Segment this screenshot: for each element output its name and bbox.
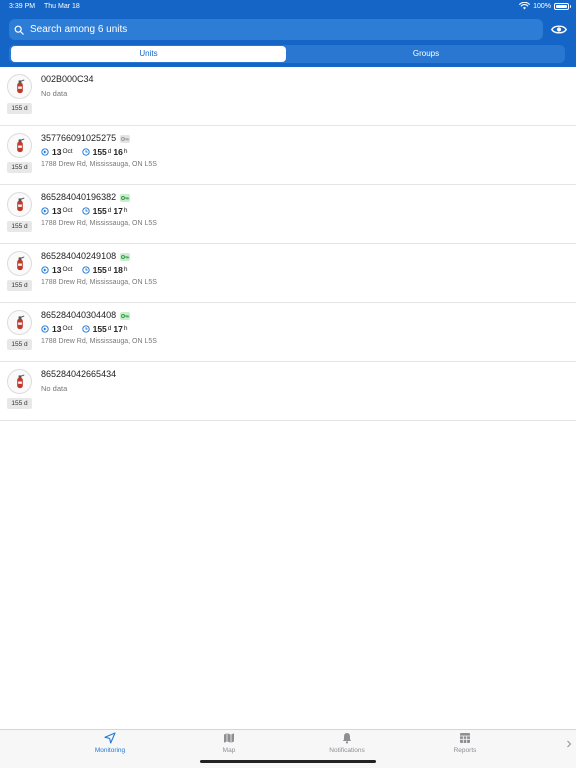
unit-row[interactable]: 155 d 865284040304408 13 Oct 155 d 17 h 178…: [0, 303, 576, 362]
fire-extinguisher-icon: [7, 310, 32, 335]
ignition-key-icon: [120, 252, 131, 261]
unit-name: 865284040304408: [41, 310, 131, 320]
fire-extinguisher-icon: [7, 133, 32, 158]
unit-status: No data: [41, 384, 68, 393]
segment-groups[interactable]: Groups: [289, 46, 563, 62]
unit-address: 1788 Drew Rd, Mississauga, ON L5S: [41, 161, 157, 168]
unit-row[interactable]: 155 d 357766091025275 13 Oct 155 d 16 h 178…: [0, 126, 576, 185]
ignition-key-icon: [120, 193, 131, 202]
age-badge: 155 d: [7, 280, 32, 291]
clock-icon: [81, 265, 90, 274]
battery-icon: [554, 2, 571, 10]
tab-notifications[interactable]: Notifications: [307, 732, 387, 758]
unit-address: 1788 Drew Rd, Mississauga, ON L5S: [41, 279, 157, 286]
trip-month: Oct: [62, 325, 73, 332]
duration-days: 155: [92, 264, 107, 275]
tab-map[interactable]: Map: [189, 732, 269, 758]
trip-month: Oct: [62, 266, 73, 273]
unit-row[interactable]: 155 d 865284040249108 13 Oct 155 d 18 h 178…: [0, 244, 576, 303]
trip-day: 13: [52, 264, 62, 275]
clock-icon: [81, 206, 90, 215]
unit-row[interactable]: 155 d 865284040196382 13 Oct 155 d 17 h 178…: [0, 185, 576, 244]
status-time: 3:39 PM: [9, 3, 36, 10]
visibility-toggle-button[interactable]: [550, 22, 568, 36]
location-target-icon: [41, 265, 49, 274]
tab-reports[interactable]: Reports: [425, 732, 505, 758]
age-badge: 155 d: [7, 162, 32, 173]
fire-extinguisher-icon: [7, 192, 32, 217]
navigation-arrow-icon: [104, 732, 116, 744]
battery-percent: 100%: [533, 2, 551, 10]
unit-name: 357766091025275: [41, 133, 131, 143]
ignition-key-icon: [120, 134, 131, 143]
trip-metrics: 13 Oct 155 d 17 h: [41, 323, 128, 334]
duration-days: 155: [92, 205, 107, 216]
fire-extinguisher-icon: [7, 251, 32, 276]
unit-name: 865284042665434: [41, 369, 117, 379]
trip-month: Oct: [62, 207, 73, 214]
age-badge: 155 d: [7, 339, 32, 350]
location-target-icon: [41, 206, 49, 215]
status-indicators: 100%: [519, 2, 571, 10]
duration-days: 155: [92, 146, 107, 157]
status-bar: 3:39 PM Thu Mar 18 100%: [0, 0, 576, 14]
unit-address: 1788 Drew Rd, Mississauga, ON L5S: [41, 338, 157, 345]
segment-units[interactable]: Units: [11, 46, 286, 62]
trip-metrics: 13 Oct 155 d 18 h: [41, 264, 128, 275]
search-box[interactable]: [9, 19, 543, 40]
clock-icon: [81, 147, 90, 156]
home-indicator: [200, 760, 376, 763]
tab-label: Reports: [453, 747, 477, 754]
wifi-icon: [519, 2, 531, 10]
status-date: Thu Mar 18: [44, 3, 80, 10]
age-badge: 155 d: [7, 398, 32, 409]
search-icon: [14, 25, 24, 35]
tab-label: Notifications: [329, 747, 365, 754]
duration-hours: 17: [113, 323, 123, 334]
fire-extinguisher-icon: [7, 74, 32, 99]
eye-icon: [551, 24, 567, 34]
duration-days: 155: [92, 323, 107, 334]
duration-hours: 16: [113, 146, 123, 157]
age-badge: 155 d: [7, 103, 32, 114]
unit-address: 1788 Drew Rd, Mississauga, ON L5S: [41, 220, 157, 227]
trip-day: 13: [52, 146, 62, 157]
trip-day: 13: [52, 323, 62, 334]
unit-name: 865284040249108: [41, 251, 131, 261]
duration-hours: 18: [113, 264, 123, 275]
unit-row[interactable]: 155 d 002B000C34 No data: [0, 67, 576, 126]
tab-monitoring[interactable]: Monitoring: [70, 732, 150, 758]
unit-name: 865284040196382: [41, 192, 131, 202]
unit-row[interactable]: 155 d 865284042665434 No data: [0, 362, 576, 421]
unit-list: 155 d 002B000C34 No data 155 d 357766091…: [0, 67, 576, 421]
chevron-right-icon[interactable]: [566, 740, 572, 748]
duration-hours: 17: [113, 205, 123, 216]
fire-extinguisher-icon: [7, 369, 32, 394]
ignition-key-icon: [120, 311, 131, 320]
trip-month: Oct: [62, 148, 73, 155]
bell-icon: [342, 733, 352, 744]
tab-label: Monitoring: [94, 747, 126, 754]
age-badge: 155 d: [7, 221, 32, 232]
reports-grid-icon: [460, 733, 470, 743]
trip-metrics: 13 Oct 155 d 17 h: [41, 205, 128, 216]
clock-icon: [81, 324, 90, 333]
location-target-icon: [41, 147, 49, 156]
map-icon: [224, 733, 234, 743]
trip-day: 13: [52, 205, 62, 216]
units-groups-segmented-control: Units Groups: [9, 45, 565, 63]
unit-name: 002B000C34: [41, 74, 94, 84]
trip-metrics: 13 Oct 155 d 16 h: [41, 146, 128, 157]
app-header: 3:39 PM Thu Mar 18 100% Units Groups: [0, 0, 576, 67]
unit-status: No data: [41, 89, 68, 98]
search-input[interactable]: [30, 24, 510, 35]
tab-label: Map: [222, 747, 236, 754]
location-target-icon: [41, 324, 49, 333]
